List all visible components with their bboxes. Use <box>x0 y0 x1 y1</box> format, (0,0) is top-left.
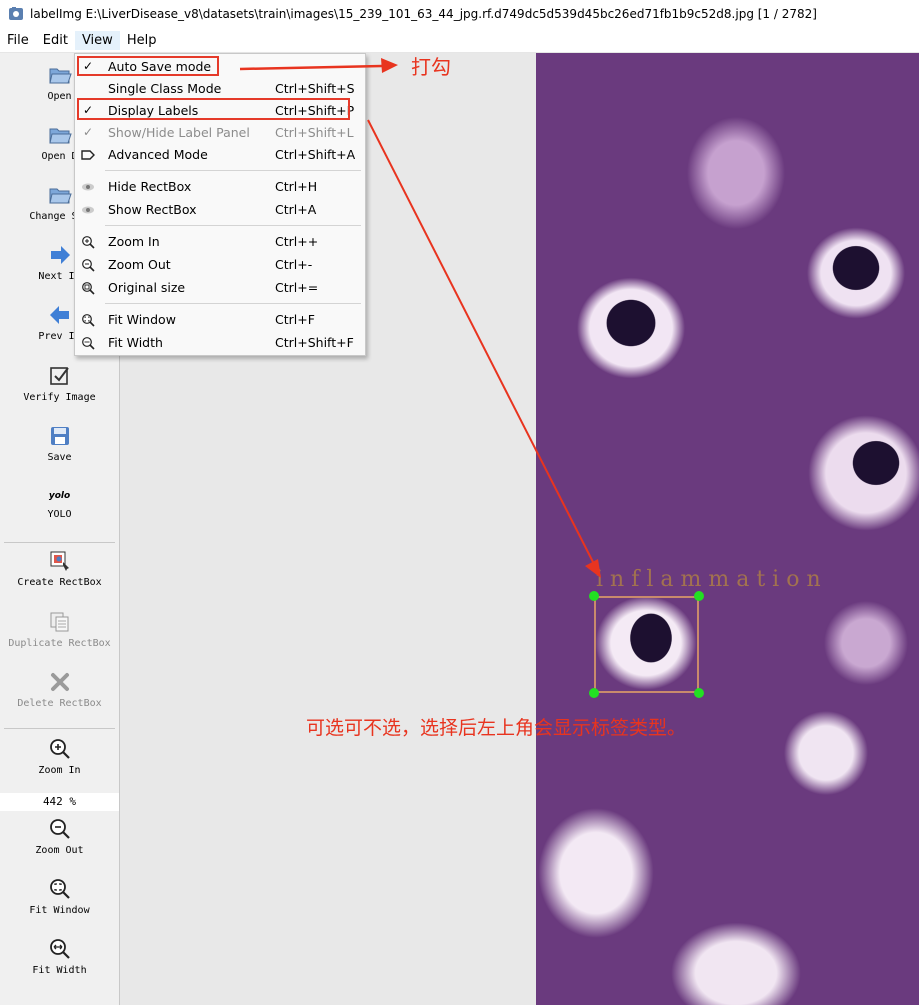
arrow-to-check-note <box>239 64 384 71</box>
check-note: 打勾 <box>411 55 451 79</box>
arrowhead-label <box>585 559 601 578</box>
arrow-to-label <box>367 119 594 563</box>
arrowhead-check-note <box>381 58 398 73</box>
annotation-arrows <box>239 58 601 578</box>
optional-note: 可选可不选，选择后左上角会显示标签类型。 <box>306 717 687 739</box>
